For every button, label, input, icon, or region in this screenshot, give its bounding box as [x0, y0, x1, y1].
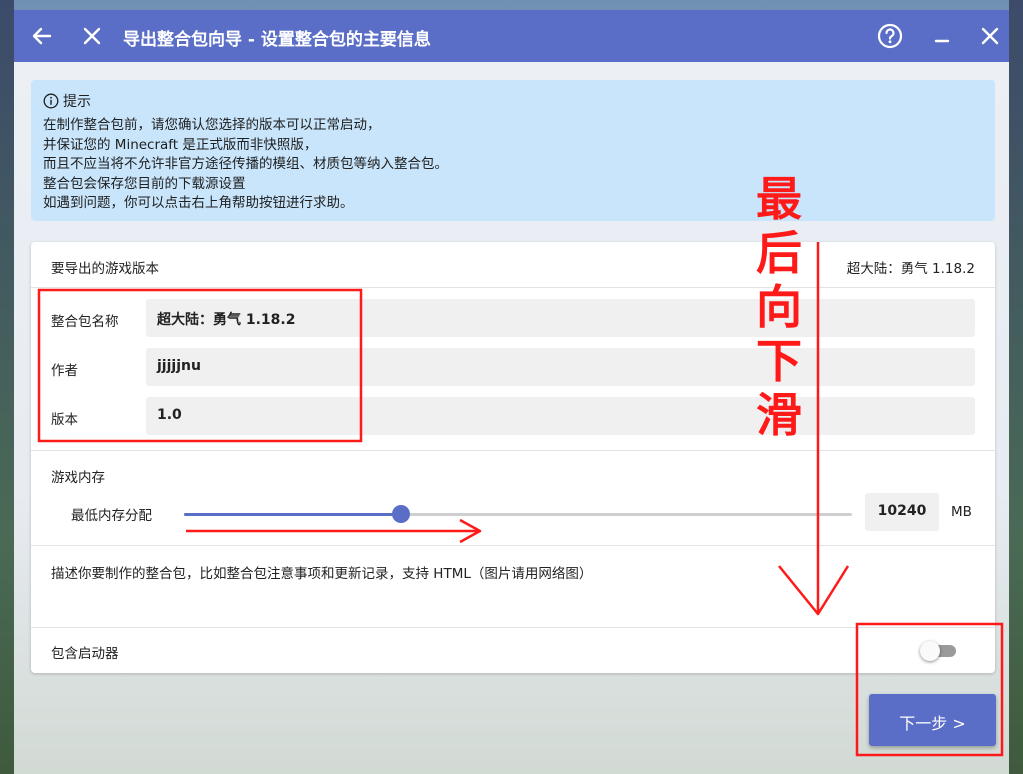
game-version-label: 要导出的游戏版本: [51, 261, 159, 277]
minimize-icon[interactable]: [928, 22, 956, 50]
hint-line: 在制作整合包前，请您确认您选择的版本可以正常启动，: [43, 117, 381, 133]
hint-line: 并保证您的 Minecraft 是正式版而非快照版，: [43, 136, 318, 153]
modpack-name-field[interactable]: 超大陆：勇气 1.18.2: [146, 299, 975, 337]
annotation-text: 最 后 向 下 滑: [752, 172, 806, 442]
include-launcher-toggle[interactable]: [920, 641, 958, 661]
game-version-row: 要导出的游戏版本 超大陆：勇气 1.18.2: [31, 242, 995, 288]
hint-heading: 提示: [43, 91, 983, 111]
include-launcher-row: 包含启动器: [31, 628, 995, 673]
description-placeholder: 描述你要制作的整合包，比如整合包注意事项和更新记录，支持 HTML（图片请用网络…: [51, 566, 593, 582]
title-bar: 导出整合包向导 - 设置整合包的主要信息: [14, 10, 1009, 62]
annotation-char: 后: [756, 226, 802, 280]
min-memory-label: 最低内存分配: [71, 508, 152, 524]
next-step-button[interactable]: 下一步 >: [869, 694, 996, 746]
background-right: [1009, 0, 1023, 774]
annotation-char: 下: [756, 334, 802, 388]
annotation-char: 滑: [756, 388, 802, 442]
background-left: [0, 0, 14, 774]
annotation-char: 最: [756, 172, 802, 226]
memory-unit: MB: [951, 504, 972, 520]
slider-thumb[interactable]: [392, 505, 411, 523]
version-row: 版本 1.0: [31, 389, 995, 438]
author-field[interactable]: jjjjjnu: [146, 348, 975, 386]
modpack-info-card: 要导出的游戏版本 超大陆：勇气 1.18.2 整合包名称 超大陆：勇气 1.18…: [31, 242, 995, 673]
memory-section-label: 游戏内存: [51, 470, 105, 486]
version-label: 版本: [51, 412, 78, 428]
hint-line: 如遇到问题，你可以点击右上角帮助按钮进行求助。: [43, 195, 354, 211]
author-label: 作者: [51, 363, 78, 379]
annotation-char: 向: [756, 280, 802, 334]
modpack-name-label: 整合包名称: [51, 314, 119, 330]
version-field[interactable]: 1.0: [146, 397, 975, 435]
close-window-icon[interactable]: [976, 22, 1004, 50]
description-field[interactable]: 描述你要制作的整合包，比如整合包注意事项和更新记录，支持 HTML（图片请用网络…: [31, 546, 995, 628]
author-row: 作者 jjjjjnu: [31, 340, 995, 389]
wizard-content: 提示 在制作整合包前，请您确认您选择的版本可以正常启动， 并保证您的 Minec…: [14, 62, 1009, 774]
include-launcher-label: 包含启动器: [51, 646, 119, 662]
info-icon: [43, 93, 59, 109]
memory-section: 游戏内存 最低内存分配 10240 MB: [31, 450, 995, 546]
export-modpack-wizard-window: 导出整合包向导 - 设置整合包的主要信息 提示 在制作整合包前，请您确认您选择的…: [14, 10, 1009, 774]
hint-line: 而且不应当将不允许非官方途径传播的模组、材质包等纳入整合包。: [43, 156, 448, 172]
min-memory-slider[interactable]: [184, 505, 852, 523]
slider-fill: [184, 513, 402, 516]
game-version-value: 超大陆：勇气 1.18.2: [846, 261, 975, 277]
window-title: 导出整合包向导 - 设置整合包的主要信息: [123, 30, 431, 50]
toggle-knob: [920, 641, 940, 661]
hint-box: 提示 在制作整合包前，请您确认您选择的版本可以正常启动， 并保证您的 Minec…: [31, 80, 995, 221]
close-wizard-icon[interactable]: [78, 22, 106, 50]
modpack-name-row: 整合包名称 超大陆：勇气 1.18.2: [31, 291, 995, 340]
back-arrow-icon[interactable]: [28, 22, 56, 50]
hint-heading-text: 提示: [63, 94, 91, 110]
hint-line: 整合包会保存您目前的下载源设置: [43, 175, 246, 192]
min-memory-input[interactable]: 10240: [865, 493, 939, 531]
help-icon[interactable]: [876, 22, 904, 50]
